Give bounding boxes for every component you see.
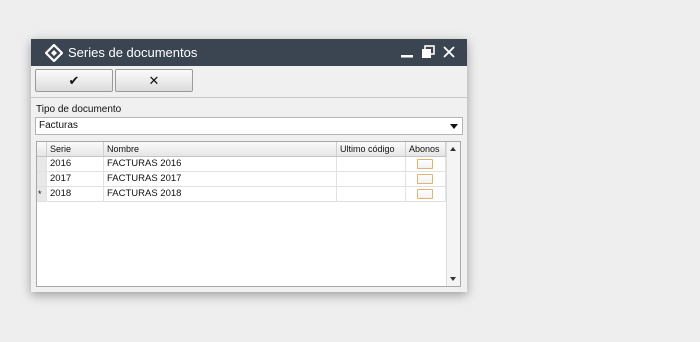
document-type-label: Tipo de documento (36, 104, 122, 115)
toolbar-divider (31, 97, 467, 98)
cancel-button[interactable]: ✕ (115, 69, 193, 92)
title-bar[interactable]: Series de documentos (31, 39, 467, 66)
abonos-cell (406, 172, 446, 186)
nombre-cell[interactable]: FACTURAS 2018 (104, 187, 337, 201)
nombre-cell[interactable]: FACTURAS 2016 (104, 157, 337, 171)
restore-icon[interactable] (421, 45, 435, 59)
abonos-cell (406, 157, 446, 171)
ultimo-codigo-cell[interactable] (337, 157, 406, 171)
column-header-abonos[interactable]: Abonos (406, 142, 446, 156)
minimize-icon[interactable] (400, 45, 414, 59)
table-row[interactable]: 2017 FACTURAS 2017 (37, 172, 446, 187)
abonos-cell (406, 187, 446, 201)
abonos-checkbox[interactable] (417, 174, 433, 184)
row-indicator (37, 172, 47, 186)
new-row-indicator: * (37, 187, 47, 201)
diamond-app-icon (45, 44, 63, 62)
row-indicator (37, 157, 47, 171)
row-indicator-header (37, 142, 47, 156)
serie-cell[interactable]: 2018 (47, 187, 104, 201)
column-header-serie[interactable]: Serie (47, 142, 104, 156)
abonos-checkbox[interactable] (417, 189, 433, 199)
accept-button[interactable]: ✔ (35, 69, 113, 92)
dropdown-arrow-icon[interactable] (450, 124, 458, 129)
series-window: Series de documentos ✔ ✕ Tipo de documen… (31, 39, 467, 292)
window-title: Series de documentos (68, 45, 198, 60)
column-header-ultimo-codigo[interactable]: Ultimo código (337, 142, 406, 156)
toolbar: ✔ ✕ (31, 66, 467, 96)
grid-header: Serie Nombre Ultimo código Abonos (37, 142, 446, 157)
cross-icon: ✕ (148, 72, 160, 88)
ultimo-codigo-cell[interactable] (337, 187, 406, 201)
check-icon: ✔ (68, 72, 80, 88)
document-type-value: Facturas (39, 120, 78, 131)
table-row[interactable]: 2016 FACTURAS 2016 (37, 157, 446, 172)
close-icon[interactable] (442, 45, 456, 59)
column-header-nombre[interactable]: Nombre (104, 142, 337, 156)
scroll-down-icon[interactable] (450, 277, 456, 281)
series-grid: Serie Nombre Ultimo código Abonos 2016 F… (36, 141, 461, 287)
vertical-scrollbar[interactable] (446, 142, 460, 286)
scroll-up-icon[interactable] (450, 147, 456, 151)
table-row[interactable]: * 2018 FACTURAS 2018 (37, 187, 446, 202)
abonos-checkbox[interactable] (417, 159, 433, 169)
document-type-select[interactable]: Facturas (35, 117, 463, 135)
serie-cell[interactable]: 2017 (47, 172, 104, 186)
nombre-cell[interactable]: FACTURAS 2017 (104, 172, 337, 186)
serie-cell[interactable]: 2016 (47, 157, 104, 171)
ultimo-codigo-cell[interactable] (337, 172, 406, 186)
